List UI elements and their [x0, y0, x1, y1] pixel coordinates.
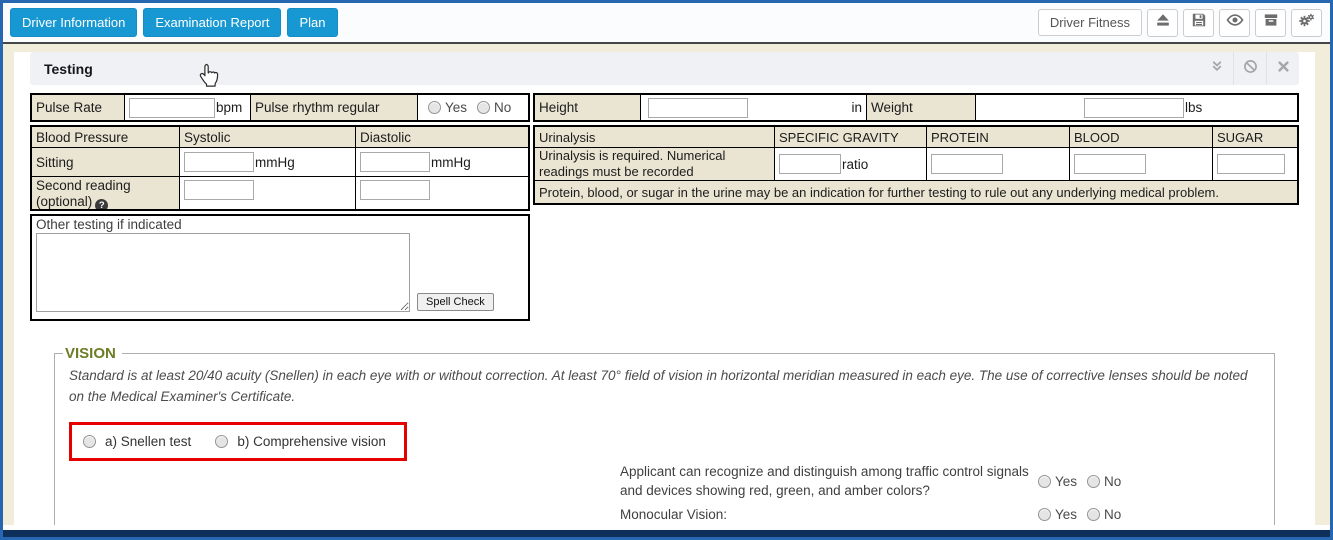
question-text: Applicant can recognize and distinguish …	[620, 462, 1038, 501]
sitting-systolic-input[interactable]	[184, 152, 254, 172]
archive-icon	[1263, 12, 1279, 33]
sugar-input[interactable]	[1217, 154, 1285, 174]
diastolic-header: Diastolic	[356, 127, 528, 148]
urinalysis-table: Urinalysis SPECIFIC GRAVITY PROTEIN BLOO…	[533, 125, 1299, 205]
spell-check-button[interactable]: Spell Check	[417, 293, 494, 311]
vision-questions: Applicant can recognize and distinguish …	[620, 462, 1142, 525]
close-icon	[1277, 60, 1290, 78]
vision-test-options-highlight: a) Snellen test b) Comprehensive vision	[69, 422, 407, 461]
other-testing-textarea[interactable]	[36, 233, 410, 312]
height-input[interactable]	[648, 98, 748, 118]
yes-label: Yes	[1055, 507, 1077, 522]
sitting-diastolic-input[interactable]	[360, 152, 430, 172]
preview-button[interactable]	[1219, 9, 1250, 37]
protein-input[interactable]	[931, 154, 1003, 174]
settings-button[interactable]	[1291, 9, 1322, 37]
panel-header-icons	[1200, 52, 1299, 85]
footer-bar	[3, 530, 1330, 537]
no-label: No	[1104, 507, 1121, 522]
blood-header: BLOOD	[1070, 127, 1213, 148]
pulse-table: Pulse Rate bpm Pulse rhythm regular Yes …	[30, 93, 530, 122]
tab-driver-information[interactable]: Driver Information	[10, 8, 137, 37]
tab-plan[interactable]: Plan	[287, 8, 337, 37]
disable-button[interactable]	[1233, 52, 1266, 85]
yes-label: Yes	[445, 100, 467, 115]
weight-label: Weight	[867, 95, 976, 120]
toolbar-right-group: Driver Fitness	[1038, 9, 1322, 37]
vision-section: VISION Standard is at least 20/40 acuity…	[54, 345, 1275, 525]
ratio-unit: ratio	[842, 157, 868, 172]
monocular-vision-no-radio[interactable]	[1087, 508, 1100, 521]
eject-button[interactable]	[1147, 9, 1178, 37]
gears-icon	[1298, 12, 1316, 33]
other-testing-label: Other testing if indicated	[36, 217, 524, 232]
second-systolic-input[interactable]	[184, 180, 254, 200]
diastolic-unit: mmHg	[431, 155, 471, 170]
close-button[interactable]	[1266, 52, 1299, 85]
content-panel: Testing Pulse Rate	[14, 52, 1315, 525]
question-row: Monocular Vision: Yes No	[620, 505, 1142, 525]
pulse-rhythm-label: Pulse rhythm regular	[251, 95, 418, 120]
tab-examination-report[interactable]: Examination Report	[143, 8, 281, 37]
protein-header: PROTEIN	[927, 127, 1070, 148]
save-button[interactable]	[1183, 9, 1214, 37]
panel-title: Testing	[44, 61, 93, 77]
height-label: Height	[535, 95, 641, 120]
vision-section-title: VISION	[63, 345, 122, 362]
weight-input[interactable]	[1084, 98, 1184, 118]
chevron-double-down-icon	[1210, 59, 1224, 78]
snellen-test-label: a) Snellen test	[105, 434, 191, 449]
page-background: Testing Pulse Rate	[3, 44, 1330, 525]
comprehensive-vision-label: b) Comprehensive vision	[237, 434, 386, 449]
eye-icon	[1226, 12, 1244, 33]
snellen-test-radio[interactable]	[83, 435, 96, 448]
eject-icon	[1155, 12, 1171, 33]
no-label: No	[494, 100, 511, 115]
sugar-header: SUGAR	[1213, 127, 1297, 148]
question-text: Monocular Vision:	[620, 505, 1038, 525]
urinalysis-title: Urinalysis	[535, 127, 775, 148]
height-weight-table: Height in Weight lbs	[533, 93, 1299, 122]
traffic-signals-yes-radio[interactable]	[1038, 475, 1051, 488]
collapse-button[interactable]	[1200, 52, 1233, 85]
yes-label: Yes	[1055, 474, 1077, 489]
height-unit: in	[851, 100, 862, 115]
driver-fitness-button[interactable]: Driver Fitness	[1038, 9, 1142, 36]
pulse-rhythm-yes-radio[interactable]	[428, 101, 441, 114]
app-window: Driver Information Examination Report Pl…	[0, 0, 1333, 540]
ban-icon	[1243, 59, 1258, 79]
specific-gravity-input[interactable]	[779, 154, 841, 174]
save-icon	[1191, 12, 1207, 33]
question-row: Applicant can recognize and distinguish …	[620, 462, 1142, 501]
comprehensive-vision-radio[interactable]	[215, 435, 228, 448]
weight-unit: lbs	[1185, 100, 1202, 115]
urinalysis-note: Protein, blood, or sugar in the urine ma…	[535, 181, 1297, 203]
sitting-row-label: Sitting	[32, 148, 180, 177]
pulse-rate-unit: bpm	[216, 100, 242, 115]
archive-button[interactable]	[1255, 9, 1286, 37]
blood-input[interactable]	[1074, 154, 1146, 174]
no-label: No	[1104, 474, 1121, 489]
other-testing-box: Other testing if indicated Spell Check	[30, 214, 530, 321]
blood-pressure-table: Blood Pressure Systolic Diastolic Sittin…	[30, 125, 530, 211]
second-reading-label: Second reading (optional)	[36, 178, 131, 209]
systolic-unit: mmHg	[255, 155, 295, 170]
testing-form: Pulse Rate bpm Pulse rhythm regular Yes …	[14, 91, 1315, 525]
pulse-rate-label: Pulse Rate	[32, 95, 125, 120]
pulse-rhythm-no-radio[interactable]	[477, 101, 490, 114]
pulse-rate-input[interactable]	[129, 98, 215, 118]
help-icon[interactable]	[95, 199, 108, 209]
top-toolbar: Driver Information Examination Report Pl…	[3, 3, 1330, 42]
specific-gravity-header: SPECIFIC GRAVITY	[775, 127, 927, 148]
second-diastolic-input[interactable]	[360, 180, 430, 200]
vision-standard-text: Standard is at least 20/40 acuity (Snell…	[69, 366, 1260, 408]
blood-pressure-title: Blood Pressure	[32, 127, 180, 148]
testing-panel-header: Testing	[30, 52, 1299, 85]
traffic-signals-no-radio[interactable]	[1087, 475, 1100, 488]
monocular-vision-yes-radio[interactable]	[1038, 508, 1051, 521]
systolic-header: Systolic	[180, 127, 356, 148]
urinalysis-requirement: Urinalysis is required. Numerical readin…	[539, 148, 770, 179]
